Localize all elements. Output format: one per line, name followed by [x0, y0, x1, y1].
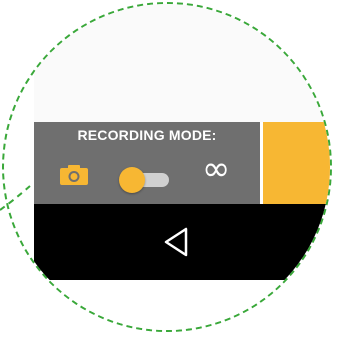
- camera-icon[interactable]: [59, 164, 89, 186]
- toggle-knob[interactable]: [119, 167, 145, 193]
- recording-mode-panel: RECORDING MODE: ∞: [34, 122, 260, 204]
- infinity-icon[interactable]: ∞: [202, 152, 230, 186]
- screen-content-area: [34, 4, 330, 122]
- device-screen: RECORDING MODE: ∞: [34, 4, 330, 330]
- android-nav-bar: [34, 204, 330, 280]
- recording-mode-toggle[interactable]: [119, 167, 171, 193]
- record-button-panel[interactable]: [263, 122, 330, 204]
- recording-mode-title: RECORDING MODE:: [77, 127, 217, 143]
- zoom-callout-circle: RECORDING MODE: ∞: [2, 2, 332, 332]
- below-screen-area: [34, 280, 330, 330]
- back-triangle-icon[interactable]: [162, 226, 192, 258]
